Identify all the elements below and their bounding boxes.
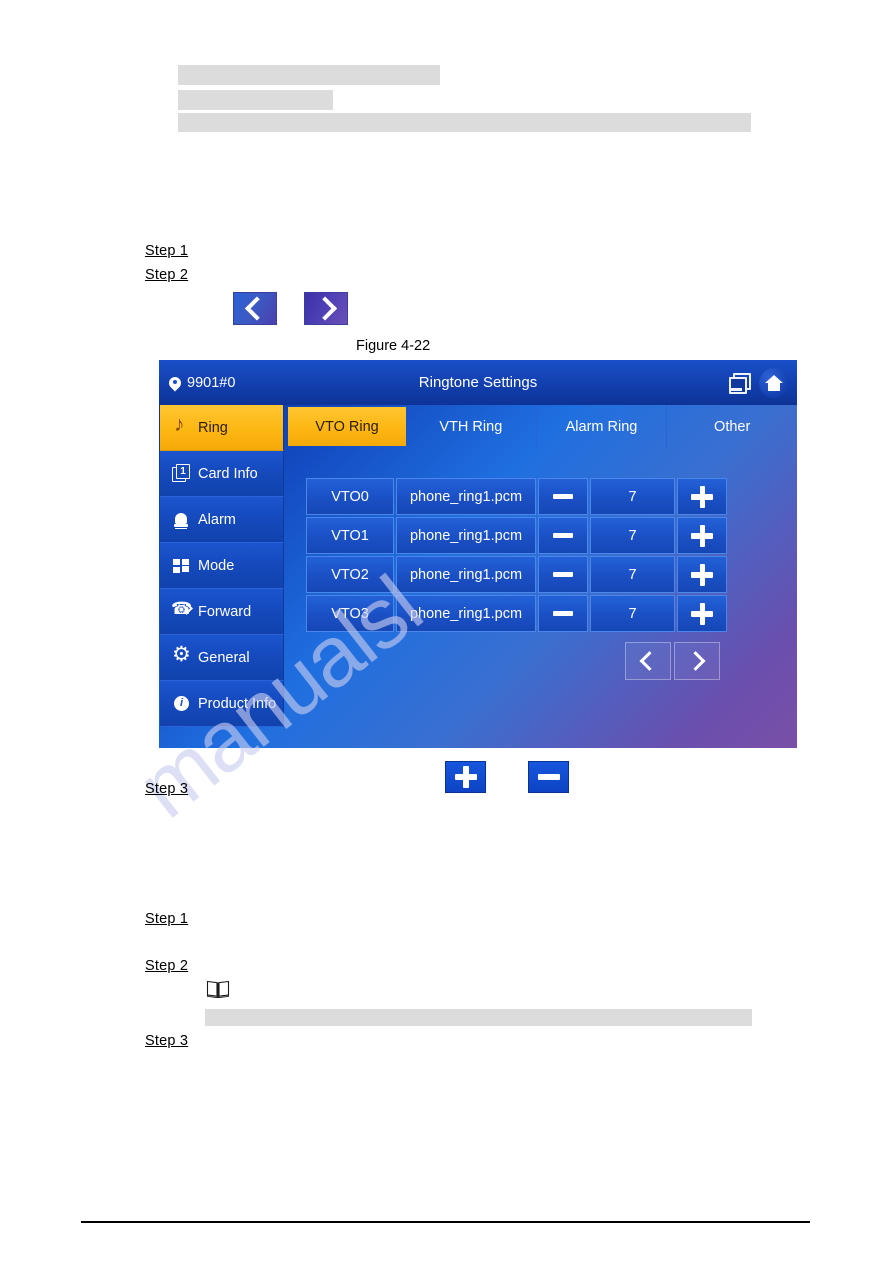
row-device-name: VTO0 bbox=[306, 478, 394, 515]
illustration-minus-button[interactable] bbox=[528, 761, 569, 793]
minus-icon bbox=[553, 611, 573, 616]
grid-icon bbox=[172, 556, 191, 575]
row-volume-value: 7 bbox=[590, 595, 675, 632]
sidebar-item-card-info[interactable]: Card Info bbox=[160, 451, 284, 497]
plus-icon bbox=[691, 563, 713, 586]
row-ringtone-file[interactable]: phone_ring1.pcm bbox=[396, 517, 536, 554]
row-volume-decrease-button[interactable] bbox=[538, 595, 588, 632]
redaction-bar-3 bbox=[178, 113, 751, 132]
device-screenshot: 9901#0 Ringtone Settings Ring Card Info … bbox=[159, 360, 797, 748]
pager-prev-button[interactable] bbox=[625, 642, 671, 680]
device-header: 9901#0 Ringtone Settings bbox=[159, 360, 797, 405]
row-volume-value: 7 bbox=[590, 478, 675, 515]
chevron-right-icon bbox=[685, 651, 706, 671]
chevron-right-icon bbox=[312, 296, 337, 321]
illustration-plus-button[interactable] bbox=[445, 761, 486, 793]
card-icon bbox=[172, 464, 191, 483]
pager-next-button[interactable] bbox=[674, 642, 720, 680]
plus-icon bbox=[691, 485, 713, 508]
minus-icon bbox=[553, 533, 573, 538]
sidebar-item-label: Ring bbox=[198, 419, 228, 436]
row-device-name: VTO3 bbox=[306, 595, 394, 632]
call-forward-icon bbox=[171, 600, 192, 621]
row-volume-value: 7 bbox=[590, 517, 675, 554]
sidebar-item-mode[interactable]: Mode bbox=[160, 543, 284, 589]
table-row: VTO2 phone_ring1.pcm 7 bbox=[306, 556, 727, 593]
book-icon bbox=[206, 980, 230, 998]
minus-icon bbox=[553, 494, 573, 499]
redaction-bar-2 bbox=[178, 90, 333, 110]
row-volume-decrease-button[interactable] bbox=[538, 517, 588, 554]
info-icon bbox=[172, 694, 191, 713]
tab-other[interactable]: Other bbox=[667, 405, 797, 449]
row-ringtone-file[interactable]: phone_ring1.pcm bbox=[396, 595, 536, 632]
sidebar-item-ring[interactable]: Ring bbox=[160, 405, 284, 451]
sidebar-item-label: Forward bbox=[198, 603, 252, 620]
tab-alarm-ring[interactable]: Alarm Ring bbox=[537, 405, 668, 449]
minus-icon bbox=[537, 766, 560, 788]
ringtone-table: VTO0 phone_ring1.pcm 7 VTO1 phone_ring1.… bbox=[306, 478, 727, 634]
music-note-icon bbox=[172, 414, 191, 437]
device-title: Ringtone Settings bbox=[418, 374, 538, 391]
sidebar-item-alarm[interactable]: Alarm bbox=[160, 497, 284, 543]
sidebar-item-label: Product Info bbox=[198, 695, 277, 712]
step-label-1: Step 1 bbox=[145, 243, 189, 259]
redaction-bar-4 bbox=[205, 1009, 752, 1026]
plus-icon bbox=[454, 766, 477, 788]
gear-icon bbox=[172, 644, 191, 667]
device-header-icons bbox=[729, 367, 789, 398]
sidebar-item-forward[interactable]: Forward bbox=[160, 589, 284, 635]
step-label-4: Step 1 bbox=[145, 911, 189, 927]
figure-caption: Figure 4-22 bbox=[356, 338, 431, 354]
home-icon[interactable] bbox=[759, 367, 789, 398]
step-label-6: Step 3 bbox=[145, 1033, 189, 1049]
minus-icon bbox=[553, 572, 573, 577]
plus-icon bbox=[691, 602, 713, 625]
bell-icon bbox=[172, 510, 191, 529]
chevron-left-icon bbox=[244, 296, 269, 321]
footer-divider bbox=[81, 1221, 810, 1223]
step-label-3: Step 3 bbox=[145, 781, 189, 797]
device-sidebar: Ring Card Info Alarm Mode Forward Genera… bbox=[160, 405, 284, 727]
step-label-2: Step 2 bbox=[145, 267, 189, 283]
row-device-name: VTO1 bbox=[306, 517, 394, 554]
tab-vto-ring[interactable]: VTO Ring bbox=[288, 407, 406, 446]
table-row: VTO0 phone_ring1.pcm 7 bbox=[306, 478, 727, 515]
screens-icon[interactable] bbox=[729, 372, 751, 394]
device-tabs: VTO Ring VTH Ring Alarm Ring Other bbox=[285, 405, 797, 449]
row-volume-decrease-button[interactable] bbox=[538, 556, 588, 593]
sidebar-item-general[interactable]: General bbox=[160, 635, 284, 681]
sidebar-item-label: Alarm bbox=[198, 511, 236, 528]
row-volume-increase-button[interactable] bbox=[677, 595, 727, 632]
device-pager bbox=[625, 642, 720, 680]
row-device-name: VTO2 bbox=[306, 556, 394, 593]
row-volume-increase-button[interactable] bbox=[677, 556, 727, 593]
plus-icon bbox=[691, 524, 713, 547]
tab-vth-ring[interactable]: VTH Ring bbox=[406, 405, 537, 449]
sidebar-item-product-info[interactable]: Product Info bbox=[160, 681, 284, 727]
row-volume-value: 7 bbox=[590, 556, 675, 593]
row-volume-increase-button[interactable] bbox=[677, 478, 727, 515]
step-label-5: Step 2 bbox=[145, 958, 189, 974]
home-glyph-icon bbox=[765, 374, 783, 391]
redaction-bar-1 bbox=[178, 65, 440, 85]
sidebar-item-label: Card Info bbox=[198, 465, 258, 482]
table-row: VTO3 phone_ring1.pcm 7 bbox=[306, 595, 727, 632]
row-ringtone-file[interactable]: phone_ring1.pcm bbox=[396, 478, 536, 515]
illustration-prev-button[interactable] bbox=[233, 292, 277, 325]
row-volume-decrease-button[interactable] bbox=[538, 478, 588, 515]
sidebar-item-label: Mode bbox=[198, 557, 235, 574]
table-row: VTO1 phone_ring1.pcm 7 bbox=[306, 517, 727, 554]
row-ringtone-file[interactable]: phone_ring1.pcm bbox=[396, 556, 536, 593]
chevron-left-icon bbox=[639, 651, 660, 671]
sidebar-item-label: General bbox=[198, 649, 250, 666]
illustration-next-button[interactable] bbox=[304, 292, 348, 325]
row-volume-increase-button[interactable] bbox=[677, 517, 727, 554]
